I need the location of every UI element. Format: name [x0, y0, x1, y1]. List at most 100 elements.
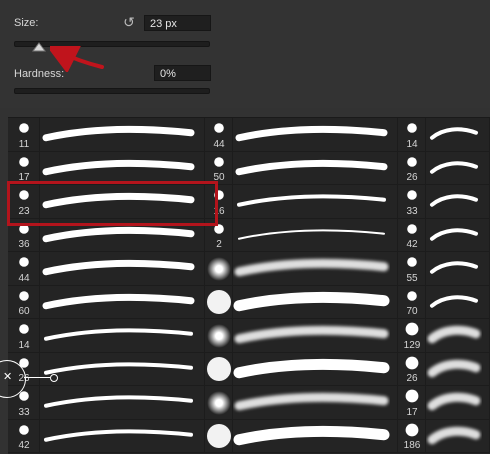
brush-tip-thumbnail: 50 [205, 151, 233, 185]
brush-preset-cell[interactable]: 14 [8, 319, 205, 353]
brush-preset-cell[interactable]: 16 [205, 185, 398, 219]
brush-preset-cell[interactable]: 186 [398, 419, 490, 453]
brush-tip-thumbnail: 26 [398, 352, 426, 386]
brush-stroke-preview [40, 319, 197, 352]
brush-size-label: 2 [216, 239, 222, 250]
brush-tip-thumbnail [205, 352, 233, 386]
brush-size-label: 129 [403, 339, 421, 351]
reset-arrow-icon[interactable]: ↺ [121, 14, 137, 30]
brush-tip-icon [214, 156, 224, 167]
brush-tip-icon [407, 257, 417, 267]
brush-preset-cell[interactable] [205, 252, 398, 286]
brush-preset-cell[interactable] [205, 285, 398, 319]
brush-preset-cell[interactable] [205, 419, 398, 453]
round-brush-tip-icon [207, 424, 231, 449]
brush-tip-icon [405, 356, 419, 369]
brush-size-label: 60 [18, 306, 30, 317]
brush-tip-thumbnail: 55 [398, 252, 426, 285]
round-brush-tip-icon [207, 323, 231, 348]
brush-preset-cell[interactable]: 33 [8, 386, 205, 420]
brush-stroke-preview [426, 185, 482, 218]
brush-tip-icon [19, 424, 29, 435]
brush-stroke-preview [40, 386, 197, 419]
brush-size-label: 70 [406, 306, 418, 317]
cursor-line [24, 377, 50, 378]
brush-size-label: 44 [18, 272, 30, 284]
hardness-slider-track[interactable] [14, 88, 210, 94]
brush-tip-icon [19, 391, 29, 401]
brush-preset-cell[interactable]: 26 [398, 151, 490, 185]
brush-size-label: 33 [18, 406, 30, 418]
brush-preset-cell[interactable]: 17 [8, 151, 205, 185]
hardness-value-field[interactable]: 0% [154, 65, 211, 81]
brush-size-label: 36 [18, 239, 30, 250]
brush-preset-cell[interactable]: 11 [8, 118, 205, 152]
brush-tip-icon [19, 290, 29, 301]
brush-stroke-preview [40, 353, 197, 386]
brush-size-label: 26 [406, 172, 418, 183]
brush-tip-thumbnail: 60 [8, 285, 40, 319]
cursor-handle [50, 374, 58, 382]
brush-preset-cell[interactable]: 42 [398, 218, 490, 252]
brush-size-label: 33 [406, 205, 418, 217]
brush-tip-thumbnail: 17 [8, 151, 40, 185]
brush-preset-cell[interactable]: 70 [398, 285, 490, 319]
size-slider-handle[interactable] [32, 42, 46, 52]
brush-preset-cell[interactable]: 2 [205, 218, 398, 252]
brush-tip-thumbnail: 70 [398, 285, 426, 319]
brush-preset-cell[interactable] [205, 352, 398, 386]
brush-stroke-preview [40, 118, 197, 151]
brush-tip-thumbnail [205, 252, 233, 285]
size-value-field[interactable]: 23 px [144, 15, 211, 31]
brush-size-label: 42 [406, 239, 418, 250]
brush-stroke-preview [40, 420, 197, 453]
brush-stroke-preview [426, 118, 482, 151]
brush-stroke-preview [426, 286, 482, 319]
brush-stroke-preview [426, 386, 482, 419]
brush-tip-thumbnail [205, 386, 233, 419]
brush-preset-cell[interactable]: 42 [8, 419, 205, 453]
brush-stroke-preview [233, 118, 390, 151]
brush-tip-thumbnail: 44 [8, 252, 40, 285]
brush-tip-thumbnail: 42 [8, 419, 40, 453]
brush-stroke-preview [40, 286, 197, 319]
brush-size-label: 186 [403, 440, 421, 451]
brush-preset-cell[interactable]: 14 [398, 118, 490, 152]
brush-preset-cell[interactable] [205, 386, 398, 420]
brush-tip-thumbnail: 11 [8, 118, 40, 151]
brush-stroke-preview [426, 252, 482, 285]
brush-tip-icon [19, 156, 29, 167]
brush-preset-cell[interactable]: 44 [8, 252, 205, 286]
brush-preset-cell[interactable] [205, 319, 398, 353]
brush-size-label: 14 [406, 138, 418, 150]
brush-stroke-preview [233, 386, 390, 419]
brush-tip-icon [19, 257, 29, 267]
brush-tip-icon [214, 123, 224, 133]
brush-tip-thumbnail: 33 [398, 185, 426, 218]
brush-stroke-preview [426, 152, 482, 185]
brush-tip-thumbnail: 26 [398, 151, 426, 185]
brush-tip-icon [407, 290, 417, 301]
brush-preset-cell[interactable]: 44 [205, 118, 398, 152]
brush-preset-cell[interactable]: 17 [398, 386, 490, 420]
brush-tip-icon [405, 389, 419, 403]
brush-tip-icon [407, 123, 417, 133]
brush-tip-thumbnail: 17 [398, 386, 426, 419]
brush-stroke-preview [40, 152, 197, 185]
brush-preset-cell[interactable]: 33 [398, 185, 490, 219]
brush-stroke-preview [233, 185, 390, 218]
selected-brush-highlight [7, 181, 218, 226]
brush-preset-cell[interactable]: 50 [205, 151, 398, 185]
brush-preset-cell[interactable]: 55 [398, 252, 490, 286]
brush-options-header: Size: ↺ 23 px Hardness: 0% [0, 0, 490, 108]
brush-preset-cell[interactable]: 26 [8, 352, 205, 386]
brush-tip-thumbnail: 129 [398, 319, 426, 352]
size-label: Size: [14, 17, 39, 29]
brush-preset-cell[interactable]: 26 [398, 352, 490, 386]
brush-stroke-preview [426, 353, 482, 386]
brush-preset-cell[interactable]: 129 [398, 319, 490, 353]
brush-stroke-preview [233, 152, 390, 185]
brush-stroke-preview [40, 252, 197, 285]
brush-stroke-preview [426, 420, 482, 453]
brush-preset-cell[interactable]: 60 [8, 285, 205, 319]
